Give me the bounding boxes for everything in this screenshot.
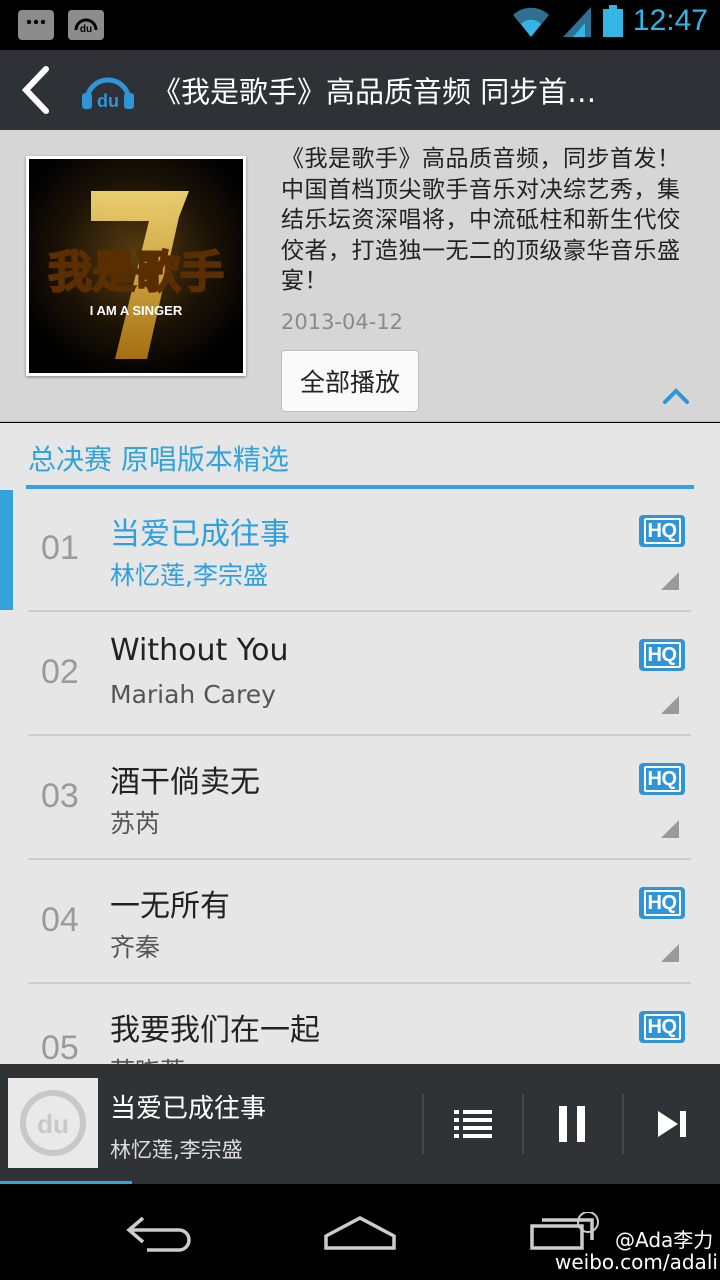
clock: 12:47 xyxy=(632,4,708,37)
page-title: 《我是歌手》高品质音频 同步首… xyxy=(152,75,597,109)
recents-icon xyxy=(530,1212,599,1250)
divider xyxy=(422,1094,424,1154)
track-artist: 齐秦 xyxy=(110,933,161,962)
section-title: 总决赛 原唱版本精选 xyxy=(28,443,289,476)
play-all-button[interactable]: 全部播放 xyxy=(281,350,419,412)
now-playing-art: du xyxy=(8,1078,98,1168)
track-list: 总决赛 原唱版本精选 01 当爱已成往事 林忆莲,李宗盛 HQ 02 Witho… xyxy=(0,423,720,1064)
collapse-button[interactable] xyxy=(662,387,690,409)
table-row[interactable]: 04 一无所有 齐秦 HQ xyxy=(28,861,691,984)
album-date: 2013-04-12 xyxy=(281,310,404,334)
track-menu-icon[interactable] xyxy=(661,572,679,590)
divider xyxy=(522,1094,524,1154)
track-number: 01 xyxy=(41,529,79,567)
track-artist: Mariah Carey xyxy=(110,680,276,709)
track-menu-icon[interactable] xyxy=(661,696,679,714)
track-number: 05 xyxy=(41,1029,79,1064)
nav-back-button[interactable] xyxy=(124,1204,196,1260)
svg-text:我是歌手: 我是歌手 xyxy=(48,247,224,298)
playlist-button[interactable] xyxy=(428,1084,518,1164)
signal-icon xyxy=(562,7,591,37)
back-arrow-icon xyxy=(21,66,49,114)
track-number: 02 xyxy=(41,653,79,691)
hq-badge-icon: HQ xyxy=(639,1011,685,1043)
track-menu-icon[interactable] xyxy=(661,944,679,962)
watermark-handle: @Ada李力 xyxy=(615,1228,714,1252)
baidu-music-logo-icon: du xyxy=(20,1090,86,1156)
wifi-icon xyxy=(512,7,549,37)
list-icon xyxy=(454,1110,492,1138)
svg-text:I AM A SINGER: I AM A SINGER xyxy=(90,303,183,318)
baidu-music-icon: du xyxy=(68,10,104,40)
back-icon xyxy=(126,1216,191,1252)
track-title: 一无所有 xyxy=(110,889,230,924)
track-menu-icon[interactable] xyxy=(661,820,679,838)
track-title: 当爱已成往事 xyxy=(110,517,290,552)
svg-text:du: du xyxy=(80,24,92,35)
status-bar: du 12:47 xyxy=(0,0,720,50)
watermark-url: weibo.com/adali xyxy=(555,1250,718,1274)
hq-badge-icon: HQ xyxy=(639,763,685,795)
home-icon xyxy=(324,1216,396,1250)
hq-badge-icon: HQ xyxy=(639,515,685,547)
pause-icon xyxy=(559,1106,585,1142)
album-header: 我是歌手 I AM A SINGER 《我是歌手》高品质音频，同步首发！中国首档… xyxy=(0,130,720,422)
table-row[interactable]: 01 当爱已成往事 林忆莲,李宗盛 HQ xyxy=(28,489,691,612)
track-title: 酒干倘卖无 xyxy=(110,765,260,800)
nav-home-button[interactable] xyxy=(322,1204,398,1260)
track-number: 03 xyxy=(41,777,79,815)
now-playing-title: 当爱已成往事 xyxy=(110,1094,267,1124)
back-button[interactable] xyxy=(0,50,70,130)
track-title: Without You xyxy=(110,633,289,668)
chevron-up-icon xyxy=(663,388,689,404)
pause-button[interactable] xyxy=(527,1084,617,1164)
track-artist: 林忆莲,李宗盛 xyxy=(110,561,268,590)
now-playing-artist: 林忆莲,李宗盛 xyxy=(110,1138,243,1162)
baidu-music-logo-icon: du xyxy=(78,60,138,120)
album-cover: 我是歌手 I AM A SINGER xyxy=(26,156,246,376)
chat-icon xyxy=(18,10,54,40)
now-playing-bar[interactable]: du 当爱已成往事 林忆莲,李宗盛 xyxy=(0,1064,720,1184)
divider xyxy=(622,1094,624,1154)
album-description: 《我是歌手》高品质音频，同步首发！中国首档顶尖歌手音乐对决综艺秀，集结乐坛资深唱… xyxy=(281,146,681,294)
action-bar: du 《我是歌手》高品质音频 同步首… xyxy=(0,50,720,130)
table-row[interactable]: 02 Without You Mariah Carey HQ xyxy=(28,613,691,736)
svg-text:du: du xyxy=(37,1109,69,1139)
skip-next-icon xyxy=(658,1111,686,1137)
battery-icon xyxy=(602,5,623,37)
hq-badge-icon: HQ xyxy=(639,639,685,671)
next-button[interactable] xyxy=(627,1084,717,1164)
track-artist: 苏芮 xyxy=(110,809,161,838)
track-artist: 范晓萱 xyxy=(110,1052,185,1064)
track-title: 我要我们在一起 xyxy=(110,1013,320,1048)
hq-badge-icon: HQ xyxy=(639,887,685,919)
track-number: 04 xyxy=(41,901,79,939)
table-row[interactable]: 05 我要我们在一起 范晓萱 HQ xyxy=(28,985,691,1064)
table-row[interactable]: 03 酒干倘卖无 苏芮 HQ xyxy=(28,737,691,860)
svg-text:du: du xyxy=(97,91,119,111)
active-track-indicator xyxy=(0,490,13,610)
